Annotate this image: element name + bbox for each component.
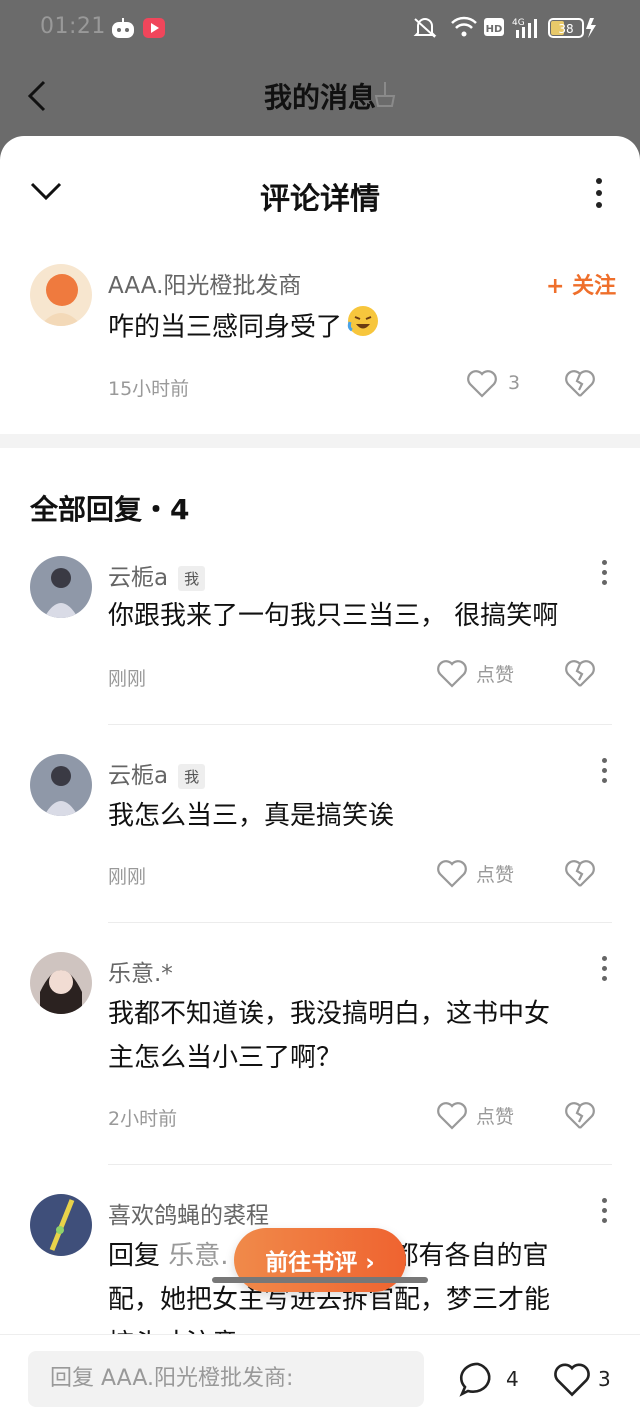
reply-author[interactable]: 云栀a 我 <box>108 756 206 790</box>
status-bar: 01:21 HD 4G 38 <box>0 0 640 56</box>
heart-icon <box>437 860 467 888</box>
broken-heart-icon[interactable] <box>564 858 596 892</box>
follow-button[interactable]: + 关注 <box>546 268 616 300</box>
broom-icon[interactable] <box>368 78 402 110</box>
like-label: 点赞 <box>476 863 515 886</box>
comment-icon[interactable] <box>458 1361 498 1401</box>
avatar[interactable] <box>30 952 92 1014</box>
reply-time: 刚刚 <box>108 668 147 690</box>
signal-icon: 4G <box>512 16 542 44</box>
comment-count: 4 <box>506 1367 519 1391</box>
reply-to-user[interactable]: 乐意. <box>168 1241 228 1271</box>
avatar[interactable] <box>30 556 92 618</box>
like-button[interactable]: 点赞 <box>436 658 514 688</box>
heart-icon <box>437 1102 467 1130</box>
reply-author[interactable]: 喜欢鸽蝇的裘程 <box>108 1196 269 1230</box>
heart-icon <box>437 660 467 688</box>
svg-text:HD: HD <box>486 24 503 35</box>
like-label: 点赞 <box>476 1105 515 1128</box>
more-vertical-icon[interactable] <box>602 1198 608 1228</box>
page-title: 我的消息 <box>263 81 376 114</box>
broken-heart-icon[interactable] <box>564 368 596 402</box>
like-button[interactable]: 点赞 <box>436 1100 514 1130</box>
reply-divider <box>108 1164 612 1165</box>
self-tag: 我 <box>178 764 206 789</box>
heart-icon <box>467 370 497 398</box>
bottom-reply-bar: 回复 AAA.阳光橙批发商: 4 3 <box>0 1334 640 1422</box>
reply-time: 2小时前 <box>108 1108 178 1130</box>
top-bar: 我的消息 <box>0 56 640 136</box>
sheet-title: 评论详情 <box>260 182 380 217</box>
comment-text: 咋的当三感同身受了 <box>108 312 343 343</box>
reply-content: 你跟我来了一句我只三当三， 很搞笑啊 <box>108 601 559 631</box>
reply-input[interactable]: 回复 AAA.阳光橙批发商: <box>28 1351 424 1407</box>
avatar[interactable] <box>30 754 92 816</box>
video-app-icon <box>142 16 166 44</box>
comment-content: 咋的当三感同身受了 <box>108 304 380 352</box>
like-label: 点赞 <box>476 663 515 686</box>
broken-heart-icon[interactable] <box>564 1100 596 1134</box>
more-vertical-icon[interactable] <box>602 758 608 788</box>
reply-content: 我怎么当三，真是搞笑诶 <box>108 801 395 831</box>
battery-level: 38 <box>558 22 573 36</box>
comment-detail-sheet: 评论详情 AAA.阳光橙批发商 + 关注 咋的当三感同身受了 15小时前 3 全… <box>0 136 640 1422</box>
battery-icon: 38 <box>548 16 600 44</box>
sheet-header: 评论详情 <box>0 136 640 246</box>
avatar[interactable] <box>30 264 92 326</box>
reply-content-line: 我都不知道诶，我没搞明白，这书中女 <box>108 999 551 1029</box>
like-count: 3 <box>598 1367 611 1391</box>
like-button[interactable]: 点赞 <box>436 858 514 888</box>
heart-icon[interactable] <box>552 1361 592 1401</box>
more-vertical-icon[interactable] <box>602 956 608 986</box>
comment-author[interactable]: AAA.阳光橙批发商 <box>108 266 301 300</box>
reply-divider <box>108 922 612 923</box>
reply-content: 我都不知道诶，我没搞明白，这书中女 主怎么当小三了啊？ <box>108 992 550 1080</box>
broken-heart-icon[interactable] <box>564 658 596 692</box>
mute-icon <box>412 16 438 44</box>
reply-divider <box>108 724 612 725</box>
more-vertical-icon[interactable] <box>596 178 602 214</box>
reply-author[interactable]: 乐意.* <box>108 954 173 988</box>
status-time: 01:21 <box>40 14 106 39</box>
svg-text:4G: 4G <box>512 18 525 28</box>
like-button[interactable]: 3 <box>466 368 520 398</box>
reply-author[interactable]: 云栀a 我 <box>108 558 206 592</box>
comment-time: 15小时前 <box>108 378 190 400</box>
hd-icon: HD <box>484 16 504 42</box>
laughing-crying-emoji-icon <box>346 304 380 352</box>
section-divider <box>0 434 640 448</box>
like-count: 3 <box>508 372 521 394</box>
wifi-icon <box>450 16 478 42</box>
home-indicator[interactable] <box>212 1277 428 1283</box>
replies-header: 全部回复・4 <box>30 493 190 526</box>
more-vertical-icon[interactable] <box>602 560 608 590</box>
app-notification-icon <box>110 16 136 46</box>
avatar[interactable] <box>30 1194 92 1256</box>
reply-time: 刚刚 <box>108 866 147 888</box>
self-tag: 我 <box>178 566 206 591</box>
reply-content-line: 主怎么当小三了啊？ <box>108 1043 343 1073</box>
